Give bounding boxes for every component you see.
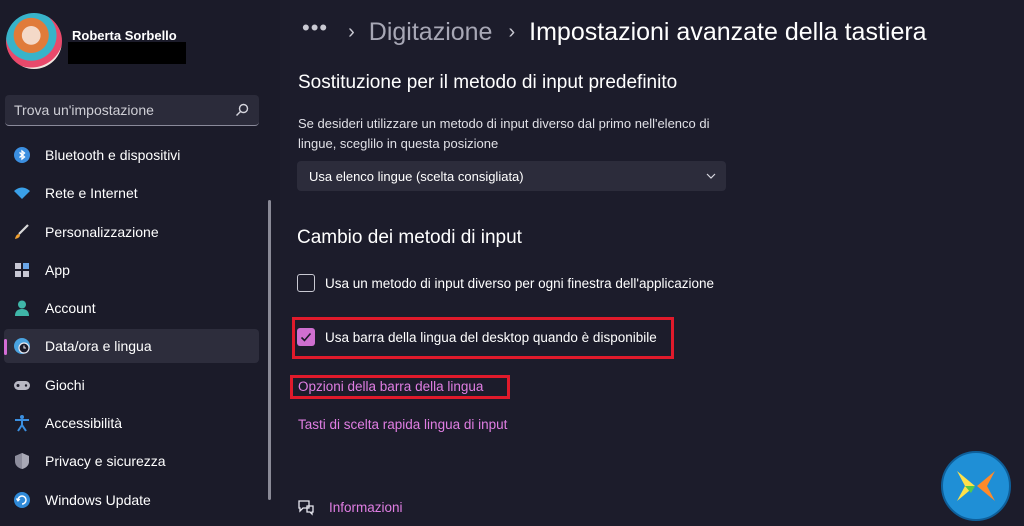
info-row[interactable]: Informazioni: [297, 498, 403, 516]
override-description: Se desideri utilizzare un metodo di inpu…: [298, 116, 710, 151]
redacted-email: [68, 42, 186, 64]
section-title-override: Sostituzione per il metodo di input pred…: [298, 72, 678, 93]
update-icon: [13, 491, 31, 509]
sidebar-item-label: Windows Update: [45, 491, 151, 508]
gamepad-icon: [13, 376, 31, 394]
main-content: ••• › Digitazione › Impostazioni avanzat…: [280, 0, 1024, 526]
chevron-right-icon: ›: [348, 20, 355, 43]
shield-icon: [13, 452, 31, 470]
chevron-down-icon: [706, 173, 716, 179]
sidebar-item-windows-update[interactable]: Windows Update: [4, 483, 259, 517]
search-box[interactable]: [5, 95, 259, 126]
more-button[interactable]: •••: [302, 15, 328, 41]
help-chat-icon: [298, 500, 314, 516]
search-icon[interactable]: [235, 103, 249, 117]
brush-icon: [13, 223, 31, 241]
sidebar-item-label: Data/ora e lingua: [45, 338, 152, 355]
input-language-hotkeys-link[interactable]: Tasti di scelta rapida lingua di input: [298, 417, 507, 432]
section-title-switching: Cambio dei metodi di input: [297, 227, 522, 248]
language-bar-options-link[interactable]: Opzioni della barra della lingua: [298, 379, 483, 394]
apps-icon: [13, 261, 31, 279]
sidebar-item-label: Giochi: [45, 376, 85, 393]
sidebar-item-gaming[interactable]: Giochi: [4, 368, 259, 402]
user-name: Roberta Sorbello: [72, 28, 177, 43]
sidebar-item-label: Account: [45, 300, 96, 317]
sidebar-item-accessibility[interactable]: Accessibilità: [4, 406, 259, 440]
sidebar-item-bluetooth[interactable]: Bluetooth e dispositivi: [4, 138, 259, 172]
sidebar-item-account[interactable]: Account: [4, 291, 259, 325]
dropdown-value: Usa elenco lingue (scelta consigliata): [309, 168, 524, 184]
sidebar-item-personalization[interactable]: Personalizzazione: [4, 215, 259, 249]
sidebar-item-time-language[interactable]: Data/ora e lingua: [4, 329, 259, 364]
sidebar: Roberta Sorbello Bluetooth e dispositivi…: [0, 0, 280, 526]
sidebar-nav: Bluetooth e dispositivi Rete e Internet …: [4, 138, 259, 521]
breadcrumb: ••• › Digitazione › Impostazioni avanzat…: [302, 14, 927, 50]
info-link[interactable]: Informazioni: [329, 500, 403, 515]
checkmark-icon: [300, 332, 312, 342]
per-window-label: Usa un metodo di input diverso per ogni …: [325, 275, 715, 291]
sidebar-scrollbar[interactable]: [268, 200, 271, 500]
watermark-logo-icon: [941, 451, 1011, 521]
sidebar-item-label: App: [45, 261, 70, 278]
desktop-language-bar-checkbox[interactable]: [297, 328, 315, 346]
chevron-right-icon: ›: [508, 20, 516, 43]
globe-clock-icon: [13, 337, 31, 355]
sidebar-item-label: Accessibilità: [45, 415, 123, 432]
input-method-dropdown[interactable]: Usa elenco lingue (scelta consigliata): [297, 161, 726, 191]
page-title: Impostazioni avanzate della tastiera: [529, 17, 927, 46]
sidebar-item-network[interactable]: Rete e Internet: [4, 176, 259, 210]
bluetooth-icon: [13, 146, 31, 164]
avatar[interactable]: [6, 13, 62, 69]
sidebar-item-label: Rete e Internet: [45, 185, 138, 202]
wifi-icon: [13, 184, 31, 202]
sidebar-item-label: Personalizzazione: [45, 223, 159, 240]
sidebar-item-privacy[interactable]: Privacy e sicurezza: [4, 444, 259, 478]
person-icon: [13, 299, 31, 317]
accessibility-icon: [13, 414, 31, 432]
desktop-language-bar-option[interactable]: Usa barra della lingua del desktop quand…: [297, 328, 657, 346]
sidebar-item-apps[interactable]: App: [4, 253, 259, 287]
sidebar-item-label: Privacy e sicurezza: [45, 453, 166, 470]
per-window-option[interactable]: Usa un metodo di input diverso per ogni …: [297, 274, 714, 292]
breadcrumb-parent[interactable]: Digitazione: [369, 18, 493, 47]
desktop-language-bar-label: Usa barra della lingua del desktop quand…: [325, 329, 657, 345]
sidebar-item-label: Bluetooth e dispositivi: [45, 147, 181, 163]
search-input[interactable]: [5, 95, 234, 124]
per-window-checkbox[interactable]: [297, 274, 315, 292]
